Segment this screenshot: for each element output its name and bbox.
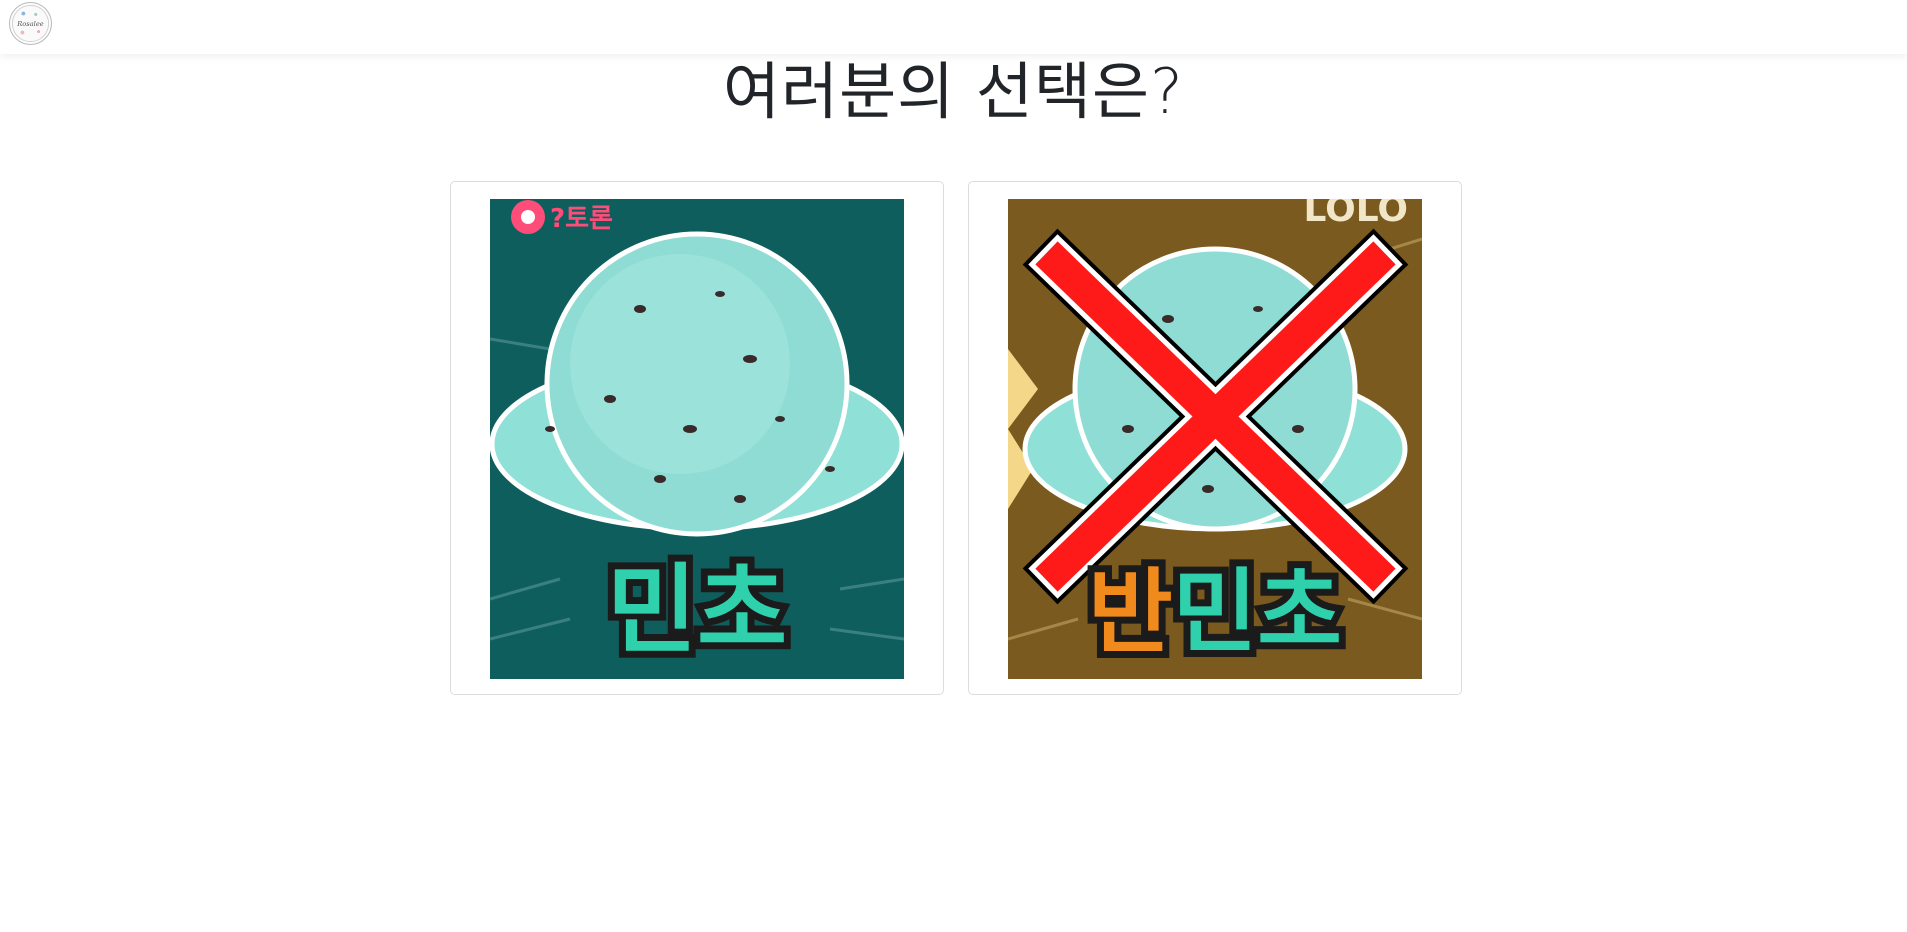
corner-text: LOLO — [1303, 199, 1408, 230]
choice-card-banmincho[interactable]: LOLO 반민초 반민초 — [968, 181, 1462, 695]
page-title: 여러분의 선택은? — [723, 55, 1184, 128]
corner-text: ?토론 — [550, 204, 613, 234]
choice-label-prefix: 반 — [1088, 559, 1173, 666]
logo-wordmark: Rosalee — [16, 20, 43, 28]
choice-label: 민초 — [607, 554, 787, 668]
choice-image-banmincho[interactable]: LOLO 반민초 반민초 — [1008, 199, 1422, 679]
choice-image-mincho[interactable]: ?토론 민초 민초 — [490, 199, 904, 679]
choice-label-suffix: 민초 — [1173, 559, 1342, 666]
choice-label: 반민초 — [1088, 559, 1342, 666]
brand-logo-icon[interactable]: Rosalee — [9, 2, 52, 45]
choice-card-mincho[interactable]: ?토론 민초 민초 — [450, 181, 944, 695]
top-navbar: Rosalee — [0, 0, 1907, 54]
